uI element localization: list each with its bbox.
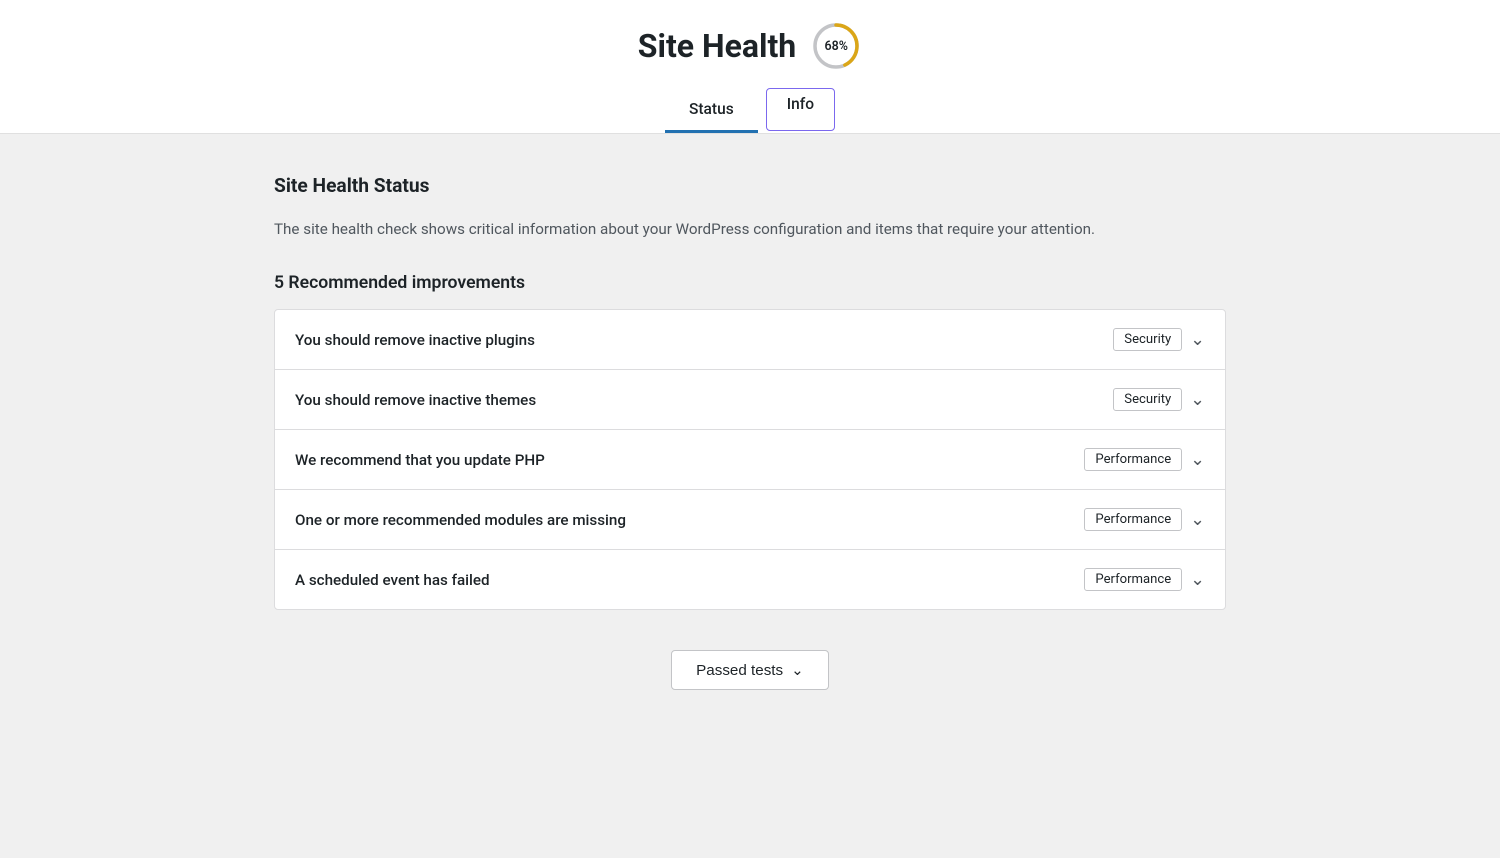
chevron-down-icon: ⌄ (1190, 570, 1205, 590)
issue-right: Security ⌄ (1113, 388, 1205, 411)
issue-label: You should remove inactive plugins (295, 331, 535, 349)
issue-right: Performance ⌄ (1084, 448, 1205, 471)
title-row: Site Health 68% (0, 20, 1500, 72)
chevron-down-icon: ⌄ (791, 661, 804, 679)
issue-row-inactive-plugins[interactable]: You should remove inactive plugins Secur… (275, 310, 1225, 370)
section-title: Site Health Status (274, 174, 1226, 197)
tab-status[interactable]: Status (665, 90, 758, 133)
issue-row-update-php[interactable]: We recommend that you update PHP Perform… (275, 430, 1225, 490)
issue-right: Performance ⌄ (1084, 508, 1205, 531)
page-header: Site Health 68% Status Info (0, 0, 1500, 134)
passed-tests-button[interactable]: Passed tests ⌄ (671, 650, 829, 690)
issue-label: One or more recommended modules are miss… (295, 511, 626, 529)
issue-right: Security ⌄ (1113, 328, 1205, 351)
tabs-nav: Status Info (0, 90, 1500, 133)
health-score-badge: 68% (810, 20, 862, 72)
issue-row-missing-modules[interactable]: One or more recommended modules are miss… (275, 490, 1225, 550)
main-content: Site Health Status The site health check… (250, 134, 1250, 750)
chevron-down-icon: ⌄ (1190, 450, 1205, 470)
issue-tag: Security (1113, 328, 1182, 351)
issue-tag: Performance (1084, 568, 1182, 591)
issue-label: You should remove inactive themes (295, 391, 536, 409)
health-score-text: 68% (824, 39, 847, 54)
chevron-down-icon: ⌄ (1190, 390, 1205, 410)
issue-tag: Performance (1084, 508, 1182, 531)
improvements-heading: 5 Recommended improvements (274, 273, 1226, 293)
tab-info[interactable]: Info (766, 88, 835, 131)
issue-label: A scheduled event has failed (295, 571, 490, 589)
description-text: The site health check shows critical inf… (274, 217, 1226, 241)
passed-tests-label: Passed tests (696, 662, 783, 679)
page-title: Site Health (638, 27, 796, 65)
issue-tag: Performance (1084, 448, 1182, 471)
issue-label: We recommend that you update PHP (295, 451, 545, 469)
chevron-down-icon: ⌄ (1190, 510, 1205, 530)
issue-row-scheduled-event[interactable]: A scheduled event has failed Performance… (275, 550, 1225, 609)
issue-row-inactive-themes[interactable]: You should remove inactive themes Securi… (275, 370, 1225, 430)
issue-tag: Security (1113, 388, 1182, 411)
chevron-down-icon: ⌄ (1190, 330, 1205, 350)
issue-right: Performance ⌄ (1084, 568, 1205, 591)
issues-list: You should remove inactive plugins Secur… (274, 309, 1226, 610)
